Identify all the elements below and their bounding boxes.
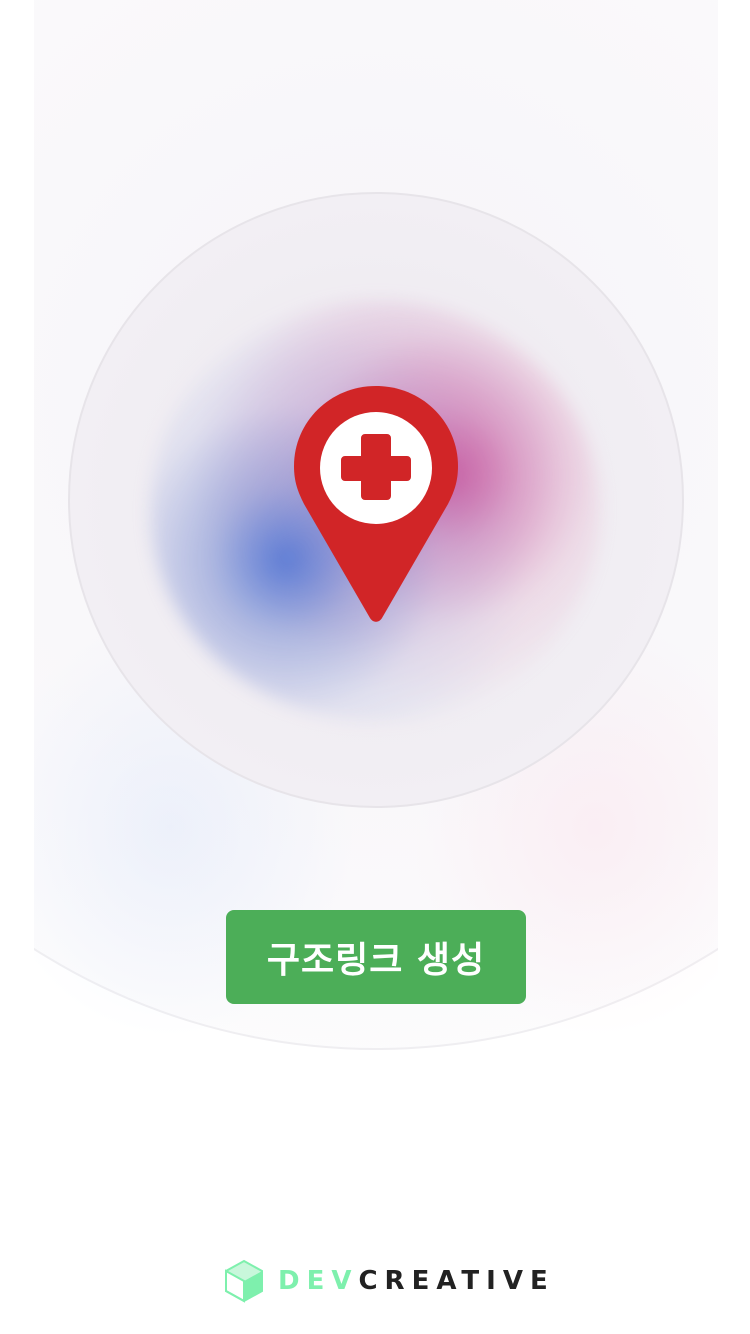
brand-creative-text: CREATIVE bbox=[358, 1266, 555, 1296]
footer-brand-logo: DEV CREATIVE bbox=[224, 1259, 555, 1303]
brand-dev-text: DEV bbox=[278, 1266, 359, 1296]
cube-logo-icon bbox=[225, 1259, 263, 1303]
create-rescue-link-button[interactable]: 구조링크 생성 bbox=[226, 910, 526, 1004]
screen: 구조링크 생성 DEV CREATIVE bbox=[0, 0, 750, 1334]
medical-location-pin-icon bbox=[294, 386, 458, 622]
